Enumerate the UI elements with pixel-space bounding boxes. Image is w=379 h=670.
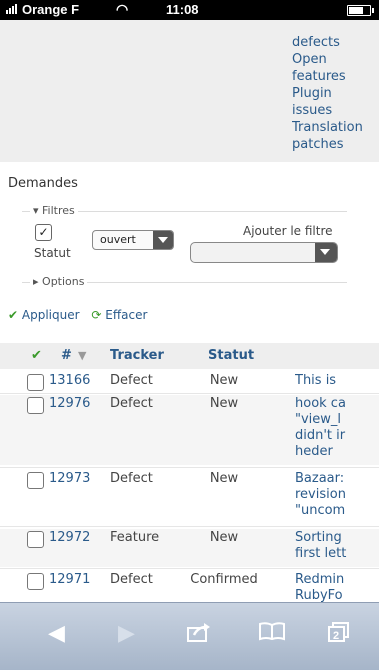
forward-icon[interactable]: ▶	[118, 621, 135, 646]
clock: 11:08	[166, 2, 199, 17]
row-checkbox[interactable]	[27, 472, 44, 489]
carrier: Orange F	[6, 2, 79, 17]
row-divider	[0, 526, 379, 527]
column-id[interactable]: #	[61, 348, 72, 363]
issue-id[interactable]: 12976	[49, 396, 90, 411]
chevron-down-icon	[315, 243, 337, 262]
issue-id[interactable]: 12971	[49, 572, 90, 587]
issue-tracker: Feature	[110, 530, 160, 545]
issue-subject[interactable]: This is a	[295, 373, 347, 390]
column-tracker[interactable]: Tracker	[110, 348, 164, 363]
table-row[interactable]: 12972 Feature New Sorting first lett	[0, 529, 379, 567]
table-row[interactable]: 12971 Defect Confirmed Redmin RubyFo ver…	[0, 571, 379, 602]
table-row[interactable]: 12976 Defect New hook ca "view_l didn't …	[0, 395, 379, 465]
toggle-all-checkmark-icon[interactable]: ✔	[31, 348, 42, 363]
issue-subject[interactable]: Redmin RubyFo version	[295, 572, 347, 602]
saved-queries: defects Open features Plugin issues Tran…	[292, 34, 379, 153]
row-divider	[0, 467, 379, 468]
query-link[interactable]: patches	[292, 136, 379, 153]
bookmarks-icon[interactable]	[258, 621, 286, 647]
refresh-icon: ⟳	[91, 308, 102, 322]
query-link[interactable]: Plugin	[292, 85, 379, 102]
issue-id[interactable]: 12972	[49, 530, 90, 545]
issue-status: New	[209, 373, 239, 388]
statut-checkbox[interactable]: ✓	[35, 224, 52, 241]
main-content: Demandes ▾ Filtres ✓ Statut ouvert Ajout…	[0, 162, 379, 602]
query-link[interactable]: defects	[292, 34, 379, 51]
filters-legend-label: Filtres	[42, 204, 75, 217]
query-link[interactable]: issues	[292, 102, 379, 119]
browser-toolbar: ◀ ▶ 2	[0, 602, 379, 670]
statut-label: Statut	[34, 246, 71, 260]
issue-tracker: Defect	[110, 373, 153, 388]
back-icon[interactable]: ◀	[48, 621, 65, 646]
issue-status: New	[209, 396, 239, 411]
table-header: ✔ # ▼ Tracker Statut	[0, 343, 379, 369]
battery-icon	[347, 5, 374, 16]
tabs-icon[interactable]: 2	[327, 621, 351, 649]
chevron-down-icon	[153, 231, 173, 249]
options-legend-label: Options	[42, 275, 85, 288]
issue-id[interactable]: 13166	[49, 373, 90, 388]
issue-status: Confirmed	[190, 572, 258, 587]
issue-tracker: Defect	[110, 396, 153, 411]
add-filter-label: Ajouter le filtre	[243, 224, 333, 238]
status-bar: Orange F ◠ 11:08	[0, 0, 379, 20]
share-icon[interactable]	[186, 621, 212, 649]
query-link[interactable]: Translation	[292, 119, 379, 136]
sort-desc-icon: ▼	[78, 349, 87, 362]
carrier-name: Orange F	[22, 2, 80, 17]
row-checkbox[interactable]	[27, 573, 44, 590]
issue-tracker: Defect	[110, 572, 153, 587]
add-filter-select[interactable]	[190, 242, 338, 263]
issue-status: New	[209, 530, 239, 545]
issue-tracker: Defect	[110, 471, 153, 486]
row-checkbox[interactable]	[27, 397, 44, 414]
column-status[interactable]: Statut	[208, 348, 254, 363]
issue-id[interactable]: 12973	[49, 471, 90, 486]
issue-subject[interactable]: Bazaar: revision "uncom	[295, 471, 347, 521]
tabs-count: 2	[333, 630, 339, 642]
page-title: Demandes	[8, 176, 78, 191]
table-row[interactable]: 12973 Defect New Bazaar: revision "uncom	[0, 470, 379, 525]
statut-operator-select[interactable]: ouvert	[92, 230, 174, 250]
bookmarks-icon-glyph	[259, 622, 285, 641]
issue-subject[interactable]: Sorting first lett	[295, 530, 347, 564]
filters-legend[interactable]: ▾ Filtres	[30, 204, 78, 217]
apply-link[interactable]: Appliquer	[22, 308, 80, 322]
row-divider	[0, 393, 379, 394]
row-divider	[0, 568, 379, 569]
clear-link[interactable]: Effacer	[105, 308, 147, 322]
issue-status: New	[209, 471, 239, 486]
header-area: defects Open features Plugin issues Tran…	[0, 20, 379, 162]
tabs-icon-glyph: 2	[328, 622, 349, 642]
query-link[interactable]: Open	[292, 51, 379, 68]
checkmark-icon: ✔	[8, 308, 19, 322]
wifi-icon: ◠	[116, 1, 129, 17]
table-row[interactable]: 13166 Defect New This is a	[0, 372, 379, 393]
statut-operator-value: ouvert	[100, 233, 136, 246]
options-legend[interactable]: ▸ Options	[30, 275, 88, 288]
query-actions: ✔ Appliquer ⟳ Effacer	[8, 308, 155, 322]
signal-icon	[6, 2, 18, 17]
query-link[interactable]: features	[292, 68, 379, 85]
row-checkbox[interactable]	[27, 531, 44, 548]
issue-subject[interactable]: hook ca "view_l didn't ir heder	[295, 396, 347, 462]
row-checkbox[interactable]	[27, 374, 44, 391]
share-icon-glyph	[187, 623, 210, 642]
